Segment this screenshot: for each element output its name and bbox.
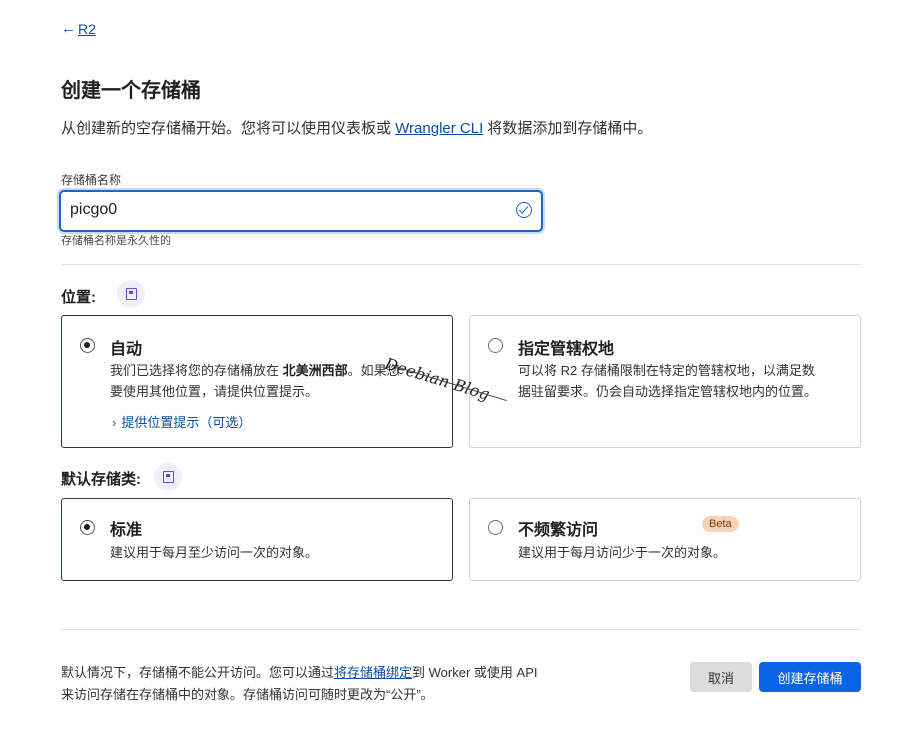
divider	[61, 264, 861, 265]
bucket-name-input[interactable]	[70, 201, 490, 219]
beta-badge: Beta	[702, 516, 739, 532]
radio-automatic[interactable]	[80, 338, 95, 353]
wrangler-cli-link[interactable]: Wrangler CLI	[395, 120, 483, 137]
radio-infrequent[interactable]	[488, 520, 503, 535]
back-link-label: R2	[78, 20, 96, 37]
location-hint-expander-label: 提供位置提示（可选）	[121, 415, 252, 430]
storage-class-option-infrequent[interactable]: 不频繁访问 Beta 建议用于每月访问少于一次的对象。	[469, 498, 861, 581]
check-circle-icon	[516, 202, 532, 218]
location-option-automatic-title: 自动	[110, 341, 143, 358]
location-label: 位置:	[61, 289, 96, 306]
chevron-right-icon: ›	[112, 415, 117, 430]
footer-line2: 来访问存储在存储桶中的对象。存储桶访问可随时更改为“公开”。	[61, 687, 434, 702]
subtitle-text-before: 从创建新的空存储桶开始。您将可以使用仪表板或	[61, 120, 396, 137]
location-docs-button[interactable]	[117, 280, 145, 308]
divider	[61, 629, 861, 630]
storage-class-option-standard[interactable]: 标准 建议用于每月至少访问一次的对象。	[61, 498, 453, 581]
automatic-desc-region: 北美洲西部	[282, 363, 348, 378]
jurisdiction-desc-line2: 据驻留要求。仍会自动选择指定管辖权地内的位置。	[518, 384, 818, 399]
create-bucket-button[interactable]: 创建存储桶	[759, 662, 861, 692]
storage-class-standard-title: 标准	[110, 522, 143, 539]
footer-note: 默认情况下，存储桶不能公开访问。您可以通过将存储桶绑定到 Worker 或使用 …	[61, 662, 621, 706]
jurisdiction-desc-line1: 可以将 R2 存储桶限制在特定的管辖权地，以满足数	[518, 363, 815, 378]
location-option-automatic[interactable]: 自动 我们已选择将您的存储桶放在 北美洲西部。如果您 要使用其他位置，请提供位置提…	[61, 315, 453, 448]
book-icon	[125, 288, 137, 300]
bucket-name-hint: 存储桶名称是永久性的	[61, 235, 171, 247]
page-title: 创建一个存储桶	[61, 80, 201, 102]
subtitle-text-after: 将数据添加到存储桶中。	[483, 120, 653, 137]
page-subtitle: 从创建新的空存储桶开始。您将可以使用仪表板或 Wrangler CLI 将数据添…	[61, 117, 652, 138]
automatic-desc-line2: 要使用其他位置，请提供位置提示。	[110, 384, 319, 399]
cancel-button[interactable]: 取消	[690, 662, 752, 692]
book-icon	[162, 471, 174, 483]
location-option-jurisdiction[interactable]: 指定管辖权地 可以将 R2 存储桶限制在特定的管辖权地，以满足数 据驻留要求。仍会…	[469, 315, 861, 448]
storage-class-infrequent-desc: 建议用于每月访问少于一次的对象。	[518, 545, 727, 560]
location-option-jurisdiction-title: 指定管辖权地	[518, 341, 615, 358]
bucket-name-field[interactable]	[59, 190, 543, 232]
arrow-left-icon: ←	[61, 20, 76, 37]
automatic-desc-text: 我们已选择将您的存储桶放在	[110, 363, 283, 378]
location-option-jurisdiction-desc: 可以将 R2 存储桶限制在特定的管辖权地，以满足数 据驻留要求。仍会自动选择指定管…	[518, 360, 853, 402]
footer-text-before: 默认情况下，存储桶不能公开访问。您可以通过	[61, 665, 335, 680]
radio-standard[interactable]	[80, 520, 95, 535]
footer-text-after: 到 Worker 或使用 API	[412, 665, 538, 680]
storage-class-label: 默认存储类:	[61, 471, 141, 488]
storage-class-infrequent-title: 不频繁访问	[518, 522, 599, 539]
back-link-r2[interactable]: ← R2	[61, 20, 96, 37]
bind-bucket-link[interactable]: 将存储桶绑定	[334, 665, 412, 680]
storage-class-standard-desc: 建议用于每月至少访问一次的对象。	[110, 545, 319, 560]
bucket-name-label: 存储桶名称	[61, 173, 122, 187]
location-hint-expander[interactable]: › 提供位置提示（可选）	[112, 412, 251, 431]
storage-class-docs-button[interactable]	[154, 463, 182, 491]
radio-jurisdiction[interactable]	[488, 338, 503, 353]
